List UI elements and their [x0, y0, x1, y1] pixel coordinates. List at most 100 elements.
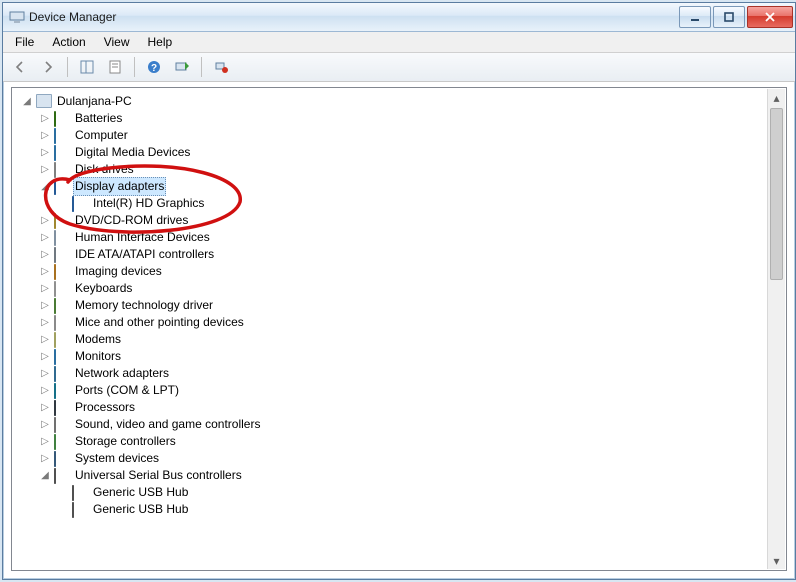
tree-item-monitors[interactable]: ▷ Monitors — [15, 348, 768, 365]
nav-forward-button[interactable] — [37, 56, 59, 78]
memory-icon — [54, 298, 70, 314]
usb-icon — [72, 502, 88, 518]
app-icon — [9, 9, 25, 25]
tree-item-batteries[interactable]: ▷ Batteries — [15, 110, 768, 127]
expand-icon[interactable]: ▷ — [37, 145, 53, 161]
expand-icon[interactable]: ▷ — [37, 230, 53, 246]
expand-icon[interactable]: ▷ — [37, 111, 53, 127]
expand-icon[interactable]: ▷ — [37, 128, 53, 144]
scroll-up-arrow[interactable]: ▴ — [768, 89, 785, 106]
expand-icon[interactable]: ▷ — [37, 162, 53, 178]
expand-icon[interactable]: ▷ — [37, 383, 53, 399]
collapse-icon[interactable]: ◢ — [37, 179, 53, 195]
expand-icon[interactable]: ▷ — [37, 264, 53, 280]
uninstall-button[interactable] — [210, 56, 232, 78]
tree-item-sound[interactable]: ▷Sound, video and game controllers — [15, 416, 768, 433]
menu-view[interactable]: View — [96, 33, 138, 51]
expand-icon[interactable]: ▷ — [37, 213, 53, 229]
item-label: IDE ATA/ATAPI controllers — [73, 246, 216, 263]
media-icon — [54, 145, 70, 161]
close-button[interactable] — [747, 6, 793, 28]
scan-hardware-button[interactable] — [171, 56, 193, 78]
tree-item-hid[interactable]: ▷ Human Interface Devices — [15, 229, 768, 246]
item-label: Universal Serial Bus controllers — [73, 467, 244, 484]
tree-item-usb-hub[interactable]: ▷Generic USB Hub — [15, 501, 768, 518]
menubar: File Action View Help — [3, 32, 795, 53]
minimize-button[interactable] — [679, 6, 711, 28]
tree-item-usb[interactable]: ◢ Universal Serial Bus controllers — [15, 467, 768, 484]
collapse-icon[interactable]: ◢ — [19, 94, 35, 110]
tree-item-ide[interactable]: ▷ IDE ATA/ATAPI controllers — [15, 246, 768, 263]
network-icon — [54, 366, 70, 382]
item-label: Monitors — [73, 348, 123, 365]
item-label: Generic USB Hub — [91, 501, 190, 518]
expand-icon[interactable]: ▷ — [37, 332, 53, 348]
tree-item-storage[interactable]: ▷Storage controllers — [15, 433, 768, 450]
dvd-icon — [54, 213, 70, 229]
separator — [67, 57, 68, 77]
usb-icon — [72, 485, 88, 501]
item-label: Network adapters — [73, 365, 171, 382]
expand-icon[interactable]: ▷ — [37, 417, 53, 433]
tree-item-usb-hub[interactable]: ▷Generic USB Hub — [15, 484, 768, 501]
expand-icon[interactable]: ▷ — [37, 366, 53, 382]
item-label: Batteries — [73, 110, 124, 127]
menu-help[interactable]: Help — [140, 33, 181, 51]
expand-icon[interactable]: ▷ — [37, 434, 53, 450]
tree-item-dvd[interactable]: ▷DVD/CD-ROM drives — [15, 212, 768, 229]
computer-icon — [36, 94, 52, 110]
item-label: Processors — [73, 399, 137, 416]
item-label: Intel(R) HD Graphics — [91, 195, 206, 212]
tree-item-keyboards[interactable]: ▷ Keyboards — [15, 280, 768, 297]
nav-back-button[interactable] — [9, 56, 31, 78]
device-tree[interactable]: ◢ Dulanjana-PC ▷ Batteries ▷Computer ▷ Dig… — [13, 89, 768, 569]
tree-item-ports[interactable]: ▷Ports (COM & LPT) — [15, 382, 768, 399]
hid-icon — [54, 230, 70, 246]
tree-item-disk-drives[interactable]: ▷ Disk drives — [15, 161, 768, 178]
properties-button[interactable] — [104, 56, 126, 78]
root-label: Dulanjana-PC — [55, 93, 134, 110]
keyboard-icon — [54, 281, 70, 297]
tree-root[interactable]: ◢ Dulanjana-PC — [15, 93, 768, 110]
expand-icon[interactable]: ▷ — [37, 400, 53, 416]
maximize-button[interactable] — [713, 6, 745, 28]
content-pane: ◢ Dulanjana-PC ▷ Batteries ▷Computer ▷ Dig… — [11, 87, 787, 571]
tree-item-modems[interactable]: ▷Modems — [15, 331, 768, 348]
tree-item-digital-media[interactable]: ▷ Digital Media Devices — [15, 144, 768, 161]
scroll-down-arrow[interactable]: ▾ — [768, 552, 785, 569]
titlebar[interactable]: Device Manager — [3, 3, 795, 32]
help-button[interactable]: ? — [143, 56, 165, 78]
expand-icon[interactable]: ▷ — [37, 281, 53, 297]
port-icon — [54, 383, 70, 399]
menu-file[interactable]: File — [7, 33, 42, 51]
item-label: Keyboards — [73, 280, 134, 297]
expand-icon[interactable]: ▷ — [37, 315, 53, 331]
tree-item-mice[interactable]: ▷Mice and other pointing devices — [15, 314, 768, 331]
expand-icon[interactable]: ▷ — [37, 298, 53, 314]
tree-item-imaging[interactable]: ▷ Imaging devices — [15, 263, 768, 280]
tree-item-system[interactable]: ▷System devices — [15, 450, 768, 467]
tree-item-processors[interactable]: ▷ Processors — [15, 399, 768, 416]
menu-action[interactable]: Action — [44, 33, 93, 51]
expand-icon[interactable]: ▷ — [37, 247, 53, 263]
tree-item-computer[interactable]: ▷Computer — [15, 127, 768, 144]
mouse-icon — [54, 315, 70, 331]
expand-icon[interactable]: ▷ — [37, 451, 53, 467]
device-manager-window: Device Manager File Action View Help ? ◢… — [2, 2, 796, 580]
expand-icon[interactable]: ▷ — [37, 349, 53, 365]
modem-icon — [54, 332, 70, 348]
item-label: Disk drives — [73, 161, 136, 178]
tree-item-network[interactable]: ▷ Network adapters — [15, 365, 768, 382]
tree-item-memory[interactable]: ▷Memory technology driver — [15, 297, 768, 314]
collapse-icon[interactable]: ◢ — [37, 468, 53, 484]
item-label: Human Interface Devices — [73, 229, 212, 246]
tree-item-intel-hd-graphics[interactable]: ▷Intel(R) HD Graphics — [15, 195, 768, 212]
toolbar: ? — [3, 53, 795, 82]
tree-item-display-adapters[interactable]: ◢Display adapters — [15, 178, 768, 195]
show-hide-tree-button[interactable] — [76, 56, 98, 78]
item-label: Imaging devices — [73, 263, 164, 280]
cpu-icon — [54, 400, 70, 416]
scroll-thumb[interactable] — [770, 108, 783, 280]
item-label: Digital Media Devices — [73, 144, 192, 161]
vertical-scrollbar[interactable]: ▴ ▾ — [767, 89, 785, 569]
